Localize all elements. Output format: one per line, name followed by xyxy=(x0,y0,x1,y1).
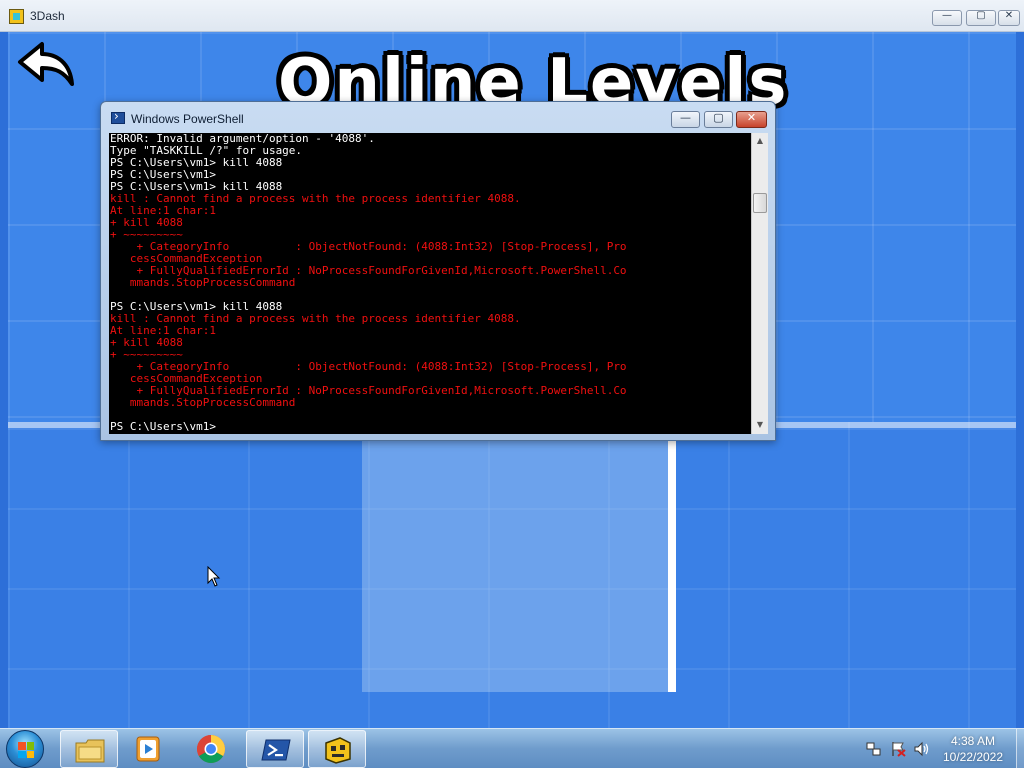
scroll-thumb[interactable] xyxy=(753,193,767,213)
powershell-console[interactable]: ERROR: Invalid argument/option - '4088'.… xyxy=(109,133,751,434)
powershell-window: Windows PowerShell — ▢ ✕ ERROR: Invalid … xyxy=(100,101,776,441)
level-panel[interactable] xyxy=(362,440,676,692)
game-maximize-button[interactable]: ▢ xyxy=(966,10,996,26)
mouse-cursor-icon xyxy=(207,566,221,587)
action-center-icon[interactable] xyxy=(890,741,906,757)
chrome-icon xyxy=(197,735,225,763)
powershell-icon xyxy=(111,109,125,124)
console-error-line: mmands.StopProcessCommand xyxy=(110,396,296,409)
media-player-icon xyxy=(136,736,160,762)
console-line: PS C:\Users\vm1> xyxy=(110,420,216,433)
scroll-down-button[interactable]: ▼ xyxy=(752,417,768,433)
powershell-icon xyxy=(261,739,291,761)
powershell-maximize-button[interactable]: ▢ xyxy=(704,111,733,128)
taskbar-explorer-button[interactable] xyxy=(60,730,118,768)
powershell-scrollbar[interactable]: ▲ ▼ xyxy=(751,133,768,434)
folder-icon xyxy=(75,739,105,763)
taskbar-powershell-button[interactable] xyxy=(246,730,304,768)
powershell-close-button[interactable]: ✕ xyxy=(736,111,767,128)
taskbar-chrome-button[interactable] xyxy=(182,730,240,768)
start-button[interactable] xyxy=(6,730,44,768)
3dash-app-icon xyxy=(9,9,24,24)
clock-date: 10/22/2022 xyxy=(942,750,1004,764)
game-close-button[interactable]: ✕ xyxy=(998,10,1020,26)
clock-time: 4:38 AM xyxy=(950,734,996,748)
taskbar-clock[interactable]: 4:38 AM 10/22/2022 xyxy=(928,733,1018,765)
taskbar-media-player-button[interactable] xyxy=(120,730,178,768)
network-icon[interactable] xyxy=(866,741,882,757)
console-error-line: mmands.StopProcessCommand xyxy=(110,276,296,289)
console-error-line: + kill 4088 xyxy=(110,216,183,229)
console-error-line: + kill 4088 xyxy=(110,336,183,349)
powershell-titlebar[interactable]: Windows PowerShell — ▢ ✕ xyxy=(101,102,775,132)
game-titlebar[interactable]: 3Dash — ▢ ✕ xyxy=(0,0,1024,32)
back-arrow-icon[interactable] xyxy=(16,40,76,92)
taskbar-3dash-button[interactable] xyxy=(308,730,366,768)
console-error-line: At line:1 char:1 xyxy=(110,204,216,217)
show-desktop-button[interactable] xyxy=(1016,729,1024,768)
windows-logo-icon xyxy=(18,742,34,758)
console-error-line: At line:1 char:1 xyxy=(110,324,216,337)
scroll-up-button[interactable]: ▲ xyxy=(752,133,768,149)
powershell-minimize-button[interactable]: — xyxy=(671,111,700,128)
taskbar: 4:38 AM 10/22/2022 xyxy=(0,728,1024,768)
powershell-title: Windows PowerShell xyxy=(131,112,244,126)
3dash-icon xyxy=(325,737,351,764)
game-minimize-button[interactable]: — xyxy=(932,10,962,26)
game-window-title: 3Dash xyxy=(30,9,65,23)
